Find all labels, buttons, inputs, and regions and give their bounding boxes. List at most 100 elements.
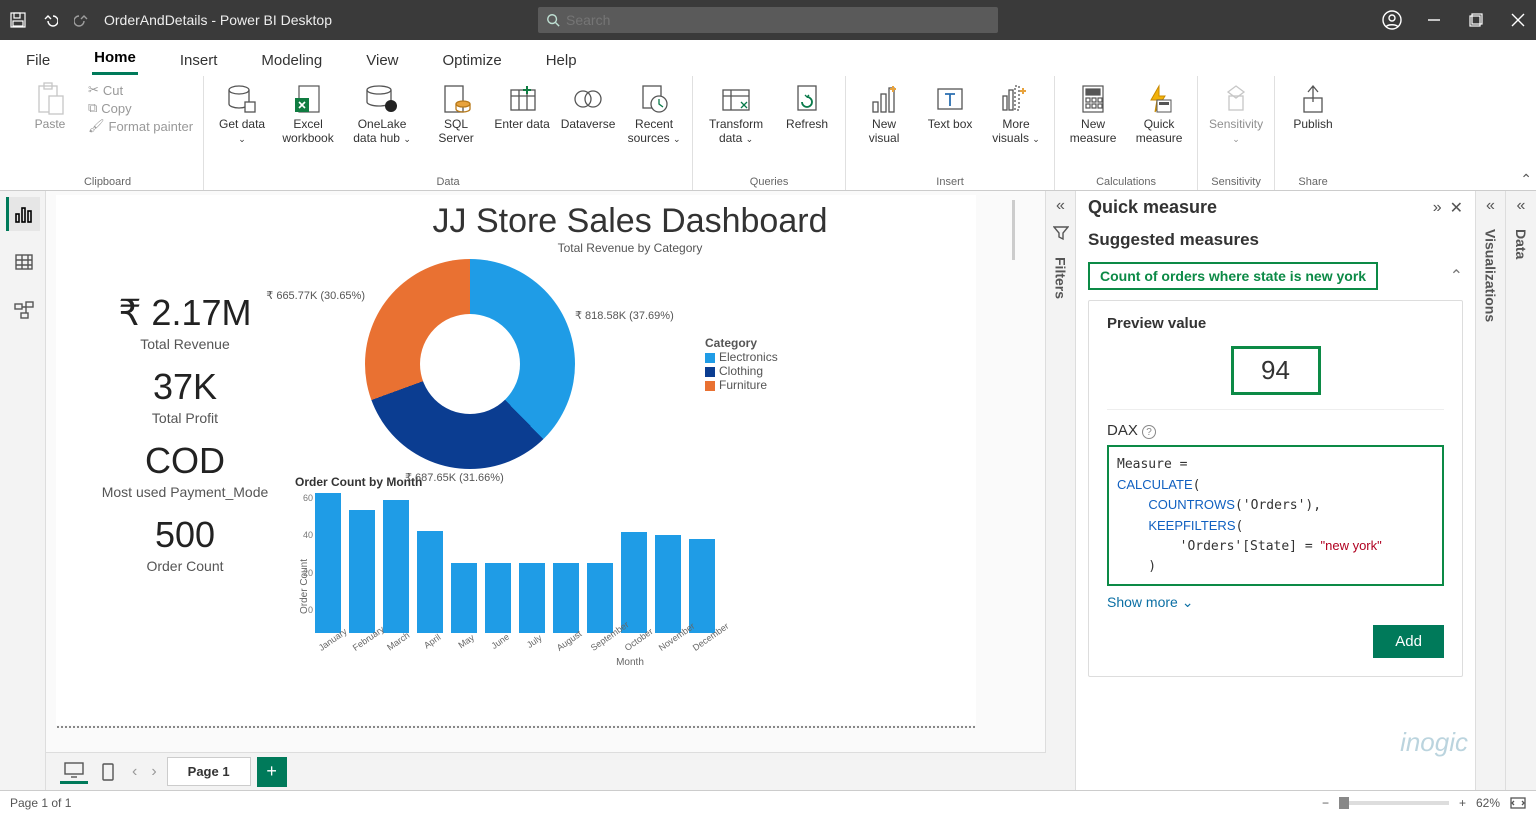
filters-pane-collapsed[interactable]: « Filters — [1046, 191, 1076, 790]
bar-subtitle: Order Count by Month — [295, 475, 965, 489]
app-title: OrderAndDetails - Power BI Desktop — [104, 12, 332, 28]
bar-chart: 6040200 — [295, 493, 965, 633]
left-view-rail — [0, 191, 46, 790]
restore-icon[interactable] — [1466, 10, 1486, 30]
fit-to-page-icon[interactable] — [1510, 797, 1526, 809]
zoom-out-icon[interactable]: − — [1322, 796, 1329, 810]
visualizations-pane-collapsed[interactable]: « Visualizations — [1476, 191, 1506, 790]
sensitivity-button[interactable]: Sensitivity⌄ — [1208, 82, 1264, 146]
quick-measure-icon — [1142, 82, 1176, 116]
global-search[interactable] — [538, 7, 998, 33]
bar-feb — [349, 510, 375, 633]
ribbon-group-data: Get data ⌄ Excel workbook OneLake data h… — [204, 76, 693, 190]
undo-icon[interactable] — [40, 10, 60, 30]
excel-button[interactable]: Excel workbook — [280, 82, 336, 146]
paste-button[interactable]: Paste — [22, 82, 78, 132]
quick-measure-button[interactable]: Quick measure — [1131, 82, 1187, 146]
dax-heading: DAX ? — [1107, 409, 1444, 439]
publish-button[interactable]: Publish — [1285, 82, 1341, 132]
report-page: ₹ 2.17MTotal Revenue 37KTotal Profit COD… — [56, 195, 976, 725]
refresh-button[interactable]: Refresh — [779, 82, 835, 132]
new-visual-button[interactable]: New visual — [856, 82, 912, 146]
zoom-in-icon[interactable]: + — [1459, 796, 1466, 810]
bar-sep — [587, 563, 613, 633]
main-area: ₹ 2.17MTotal Revenue 37KTotal Profit COD… — [0, 191, 1536, 790]
text-box-icon — [933, 82, 967, 116]
zoom-slider[interactable] — [1339, 801, 1449, 805]
status-bar: Page 1 of 1 − + 62% — [0, 790, 1536, 814]
expand-left-icon[interactable]: « — [1056, 197, 1065, 215]
chevron-down-icon: ⌄ — [1182, 594, 1194, 610]
model-view-icon[interactable] — [6, 293, 40, 327]
add-page-button[interactable]: + — [257, 757, 287, 787]
page-prev-icon[interactable]: ‹ — [128, 763, 141, 781]
menu-view[interactable]: View — [364, 46, 400, 75]
kpi-order-count: 500Order Count — [85, 514, 285, 574]
transform-data-button[interactable]: Transform data ⌄ — [703, 82, 769, 146]
new-measure-icon — [1076, 82, 1110, 116]
pie-label-bottom: ₹ 687.65K (31.66%) — [405, 471, 504, 484]
close-icon[interactable] — [1508, 10, 1528, 30]
menu-modeling[interactable]: Modeling — [259, 46, 324, 75]
bar-apr — [417, 531, 443, 633]
data-pane-collapsed[interactable]: « Data — [1506, 191, 1536, 790]
bar-mar — [383, 500, 409, 633]
menu-help[interactable]: Help — [544, 46, 579, 75]
menu-home[interactable]: Home — [92, 43, 138, 75]
save-icon[interactable] — [8, 10, 28, 30]
search-input[interactable] — [566, 12, 990, 28]
more-visuals-button[interactable]: More visuals ⌄ — [988, 82, 1044, 146]
page-tab-1[interactable]: Page 1 — [167, 757, 251, 786]
close-pane-icon[interactable]: ✕ — [1450, 198, 1463, 218]
format-painter-button[interactable]: 🖌Format painter — [88, 118, 193, 134]
mobile-layout-icon[interactable] — [94, 760, 122, 784]
sensitivity-icon — [1219, 82, 1253, 116]
page-status: Page 1 of 1 — [10, 796, 71, 810]
sql-server-button[interactable]: SQL Server — [428, 82, 484, 146]
text-box-button[interactable]: Text box — [922, 82, 978, 132]
menu-insert[interactable]: Insert — [178, 46, 220, 75]
ribbon-group-share: Publish Share — [1275, 76, 1351, 190]
sql-icon — [439, 82, 473, 116]
filter-icon — [1053, 225, 1069, 241]
pie-label-right: ₹ 818.58K (37.69%) — [575, 309, 674, 322]
chevron-up-icon[interactable]: ⌃ — [1450, 266, 1463, 286]
info-icon[interactable]: ? — [1142, 425, 1156, 439]
enter-data-button[interactable]: Enter data — [494, 82, 550, 132]
dataverse-button[interactable]: Dataverse — [560, 82, 616, 132]
ribbon-group-queries: Transform data ⌄ Refresh Queries — [693, 76, 846, 190]
cut-button[interactable]: ✂Cut — [88, 82, 193, 98]
ribbon: Paste ✂Cut ⧉Copy 🖌Format painter Clipboa… — [0, 76, 1536, 191]
minimize-icon[interactable] — [1424, 10, 1444, 30]
pie-label-left: ₹ 665.77K (30.65%) — [266, 289, 365, 302]
add-button[interactable]: Add — [1373, 625, 1444, 658]
copy-button[interactable]: ⧉Copy — [88, 100, 193, 116]
new-measure-button[interactable]: New measure — [1065, 82, 1121, 146]
ribbon-collapse-icon[interactable]: ⌃ — [1520, 171, 1532, 188]
redo-icon[interactable] — [72, 10, 92, 30]
expand-left-icon[interactable]: « — [1517, 197, 1526, 215]
expand-right-icon[interactable]: » — [1433, 199, 1442, 217]
page-tabs: ‹ › Page 1 + — [46, 752, 1046, 790]
suggestion-text[interactable]: Count of orders where state is new york — [1088, 262, 1378, 290]
onelake-button[interactable]: OneLake data hub ⌄ — [346, 82, 418, 146]
menu-optimize[interactable]: Optimize — [441, 46, 504, 75]
bar-oct — [621, 532, 647, 633]
recent-sources-button[interactable]: Recent sources ⌄ — [626, 82, 682, 146]
get-data-button[interactable]: Get data ⌄ — [214, 82, 270, 146]
show-more-link[interactable]: Show more ⌄ — [1107, 594, 1444, 611]
preview-card: Preview value 94 DAX ? Measure = CALCULA… — [1088, 300, 1463, 677]
dax-code[interactable]: Measure = CALCULATE( COUNTROWS('Orders')… — [1107, 445, 1444, 586]
enter-data-icon — [505, 82, 539, 116]
report-view-icon[interactable] — [6, 197, 40, 231]
report-canvas[interactable]: ₹ 2.17MTotal Revenue 37KTotal Profit COD… — [46, 191, 1046, 752]
page-next-icon[interactable]: › — [147, 763, 160, 781]
clipboard-small-buttons: ✂Cut ⧉Copy 🖌Format painter — [88, 82, 193, 134]
menu-file[interactable]: File — [24, 46, 52, 75]
desktop-layout-icon[interactable] — [60, 760, 88, 784]
get-data-icon — [225, 82, 259, 116]
account-icon[interactable] — [1382, 10, 1402, 30]
expand-left-icon[interactable]: « — [1486, 197, 1495, 215]
donut-chart — [365, 259, 575, 469]
data-view-icon[interactable] — [6, 245, 40, 279]
